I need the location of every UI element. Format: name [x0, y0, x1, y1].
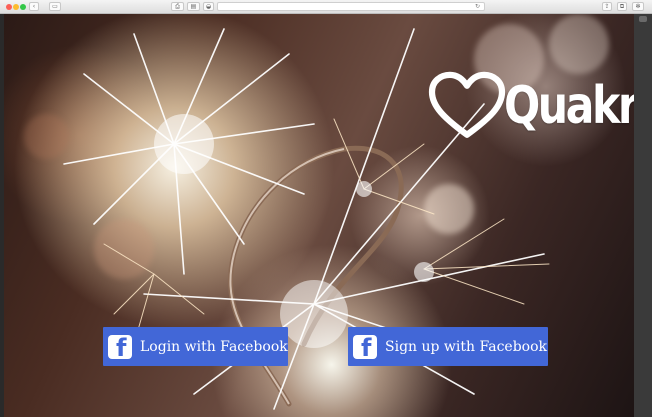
brand-logo: Quakr — [428, 64, 634, 148]
back-button[interactable]: ‹ — [29, 2, 39, 11]
scrollbar-track[interactable] — [634, 14, 652, 417]
close-window-button[interactable] — [6, 4, 12, 10]
scrollbar-thumb[interactable] — [639, 16, 647, 22]
maximize-window-button[interactable] — [20, 4, 26, 10]
address-bar[interactable]: ↻ — [217, 2, 485, 11]
login-button-label: Login with Facebook — [140, 338, 288, 355]
tabs-icon[interactable]: ⧉ — [617, 2, 627, 11]
minimize-window-button[interactable] — [13, 4, 19, 10]
brand-name: Quakr — [504, 76, 634, 136]
hero-background: Quakr f Login with Facebook f Sign up wi… — [4, 14, 634, 417]
signup-with-facebook-button[interactable]: f Sign up with Facebook — [348, 327, 548, 366]
reload-icon[interactable]: ↻ — [475, 3, 480, 11]
signup-button-label: Sign up with Facebook — [385, 338, 548, 355]
share-icon[interactable]: ⇪ — [602, 2, 612, 11]
spark-glow — [356, 181, 372, 197]
spark-glow — [154, 114, 214, 174]
spark-glow — [414, 262, 434, 282]
shield-icon[interactable]: ◒ — [203, 2, 214, 11]
extensions-icon[interactable]: ✻ — [632, 2, 644, 11]
heart-icon — [428, 71, 506, 138]
facebook-icon: f — [353, 334, 377, 360]
browser-toolbar: ‹ ▭ ⎙ ▤ ◒ ↻ ⇪ ⧉ ✻ — [0, 0, 652, 14]
sidebar-toggle-icon[interactable]: ▭ — [49, 2, 61, 11]
print-icon[interactable]: ⎙ — [171, 2, 184, 11]
facebook-icon: f — [108, 334, 132, 360]
reader-icon[interactable]: ▤ — [187, 2, 200, 11]
login-with-facebook-button[interactable]: f Login with Facebook — [103, 327, 288, 366]
spark-glow — [280, 280, 348, 348]
